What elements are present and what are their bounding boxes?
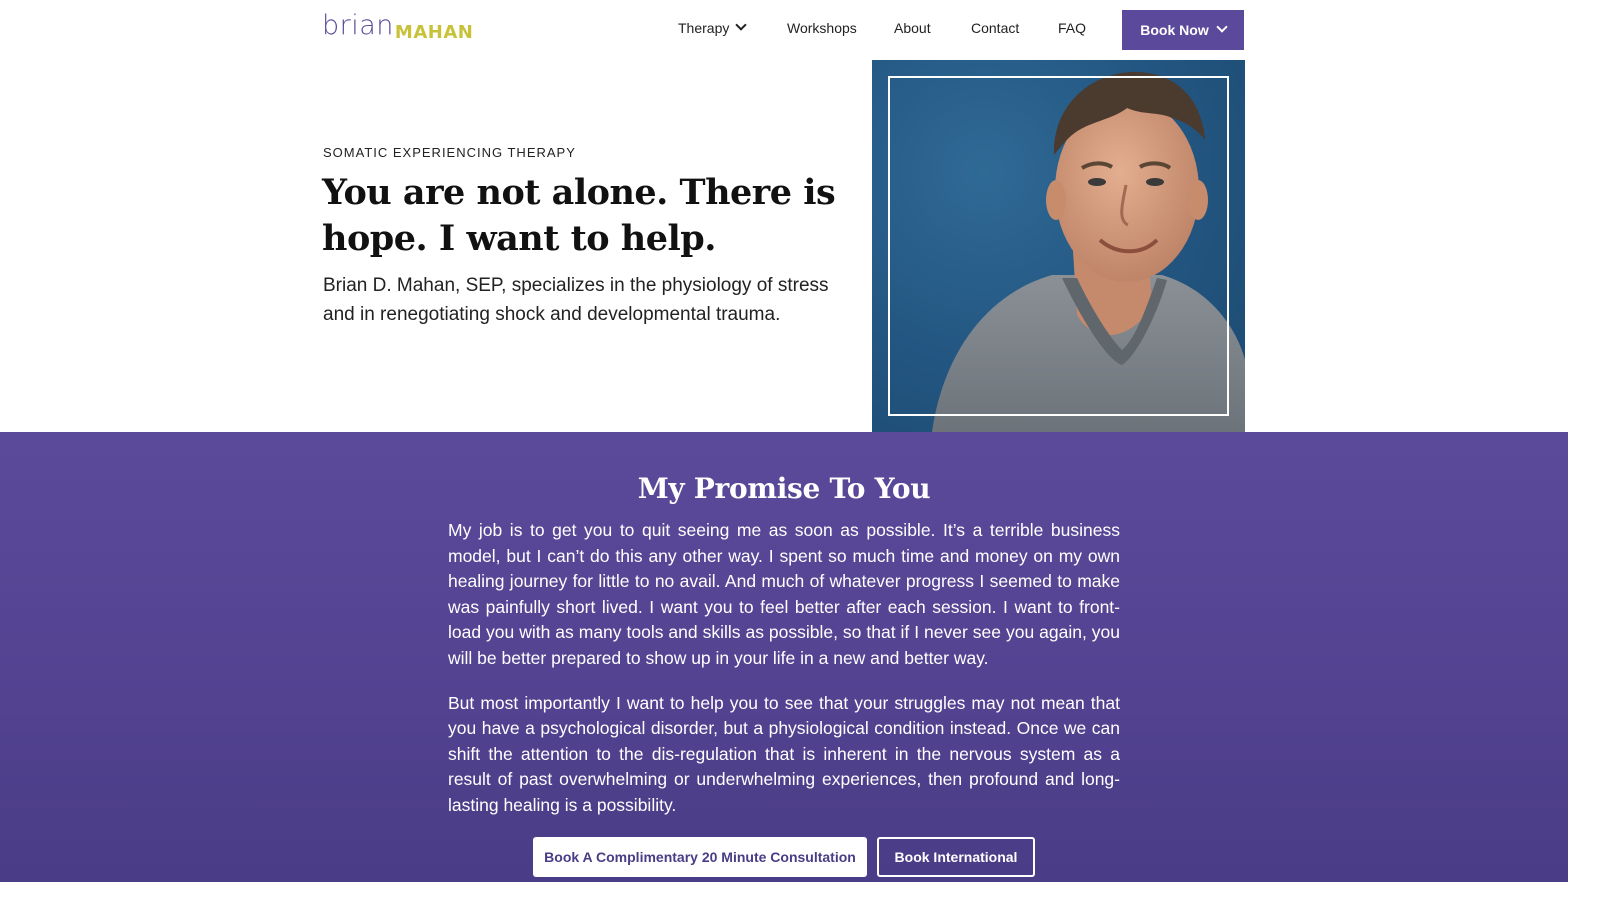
nav-item-contact[interactable]: Contact	[971, 20, 1019, 36]
photo-frame	[888, 76, 1229, 416]
nav-item-label: About	[894, 20, 931, 36]
book-now-button[interactable]: Book Now	[1122, 10, 1244, 50]
nav-item-workshops[interactable]: Workshops	[787, 20, 857, 36]
nav-item-faq[interactable]: FAQ	[1058, 20, 1086, 36]
chevron-down-icon	[735, 19, 748, 31]
nav-item-label: FAQ	[1058, 20, 1087, 36]
nav-item-about[interactable]: About	[894, 20, 931, 36]
promise-body: My job is to get you to quit seeing me a…	[448, 518, 1120, 819]
chevron-down-icon	[1216, 21, 1228, 33]
nav-item-label: Therapy	[678, 20, 730, 36]
promise-paragraph: But most importantly I want to help you …	[448, 692, 1120, 815]
promise-paragraph: My job is to get you to quit seeing me a…	[448, 520, 1120, 668]
site-logo[interactable]: brian MAHAN	[322, 10, 473, 50]
site-header: brian MAHAN Therapy Workshops About Cont…	[0, 0, 1568, 60]
hero-title: You are not alone. There is hope. I want…	[322, 172, 836, 259]
nav-item-therapy[interactable]: Therapy	[678, 19, 748, 36]
promise-section: My Promise To You My job is to get you t…	[0, 432, 1568, 882]
hero-eyebrow: SOMATIC EXPERIENCING THERAPY	[323, 145, 576, 160]
hero-subtitle: Brian D. Mahan, SEP, specializes in the …	[323, 275, 829, 325]
logo-first-name: brian	[322, 10, 394, 41]
book-international-button[interactable]: Book International	[877, 837, 1035, 877]
book-consultation-button[interactable]: Book A Complimentary 20 Minute Consultat…	[533, 837, 867, 877]
book-now-label: Book Now	[1140, 22, 1209, 38]
portrait-photo	[872, 60, 1245, 432]
logo-last-name: MAHAN	[394, 22, 474, 43]
promise-title: My Promise To You	[637, 472, 931, 505]
nav-item-label: Contact	[971, 20, 1020, 36]
nav-item-label: Workshops	[787, 20, 857, 36]
